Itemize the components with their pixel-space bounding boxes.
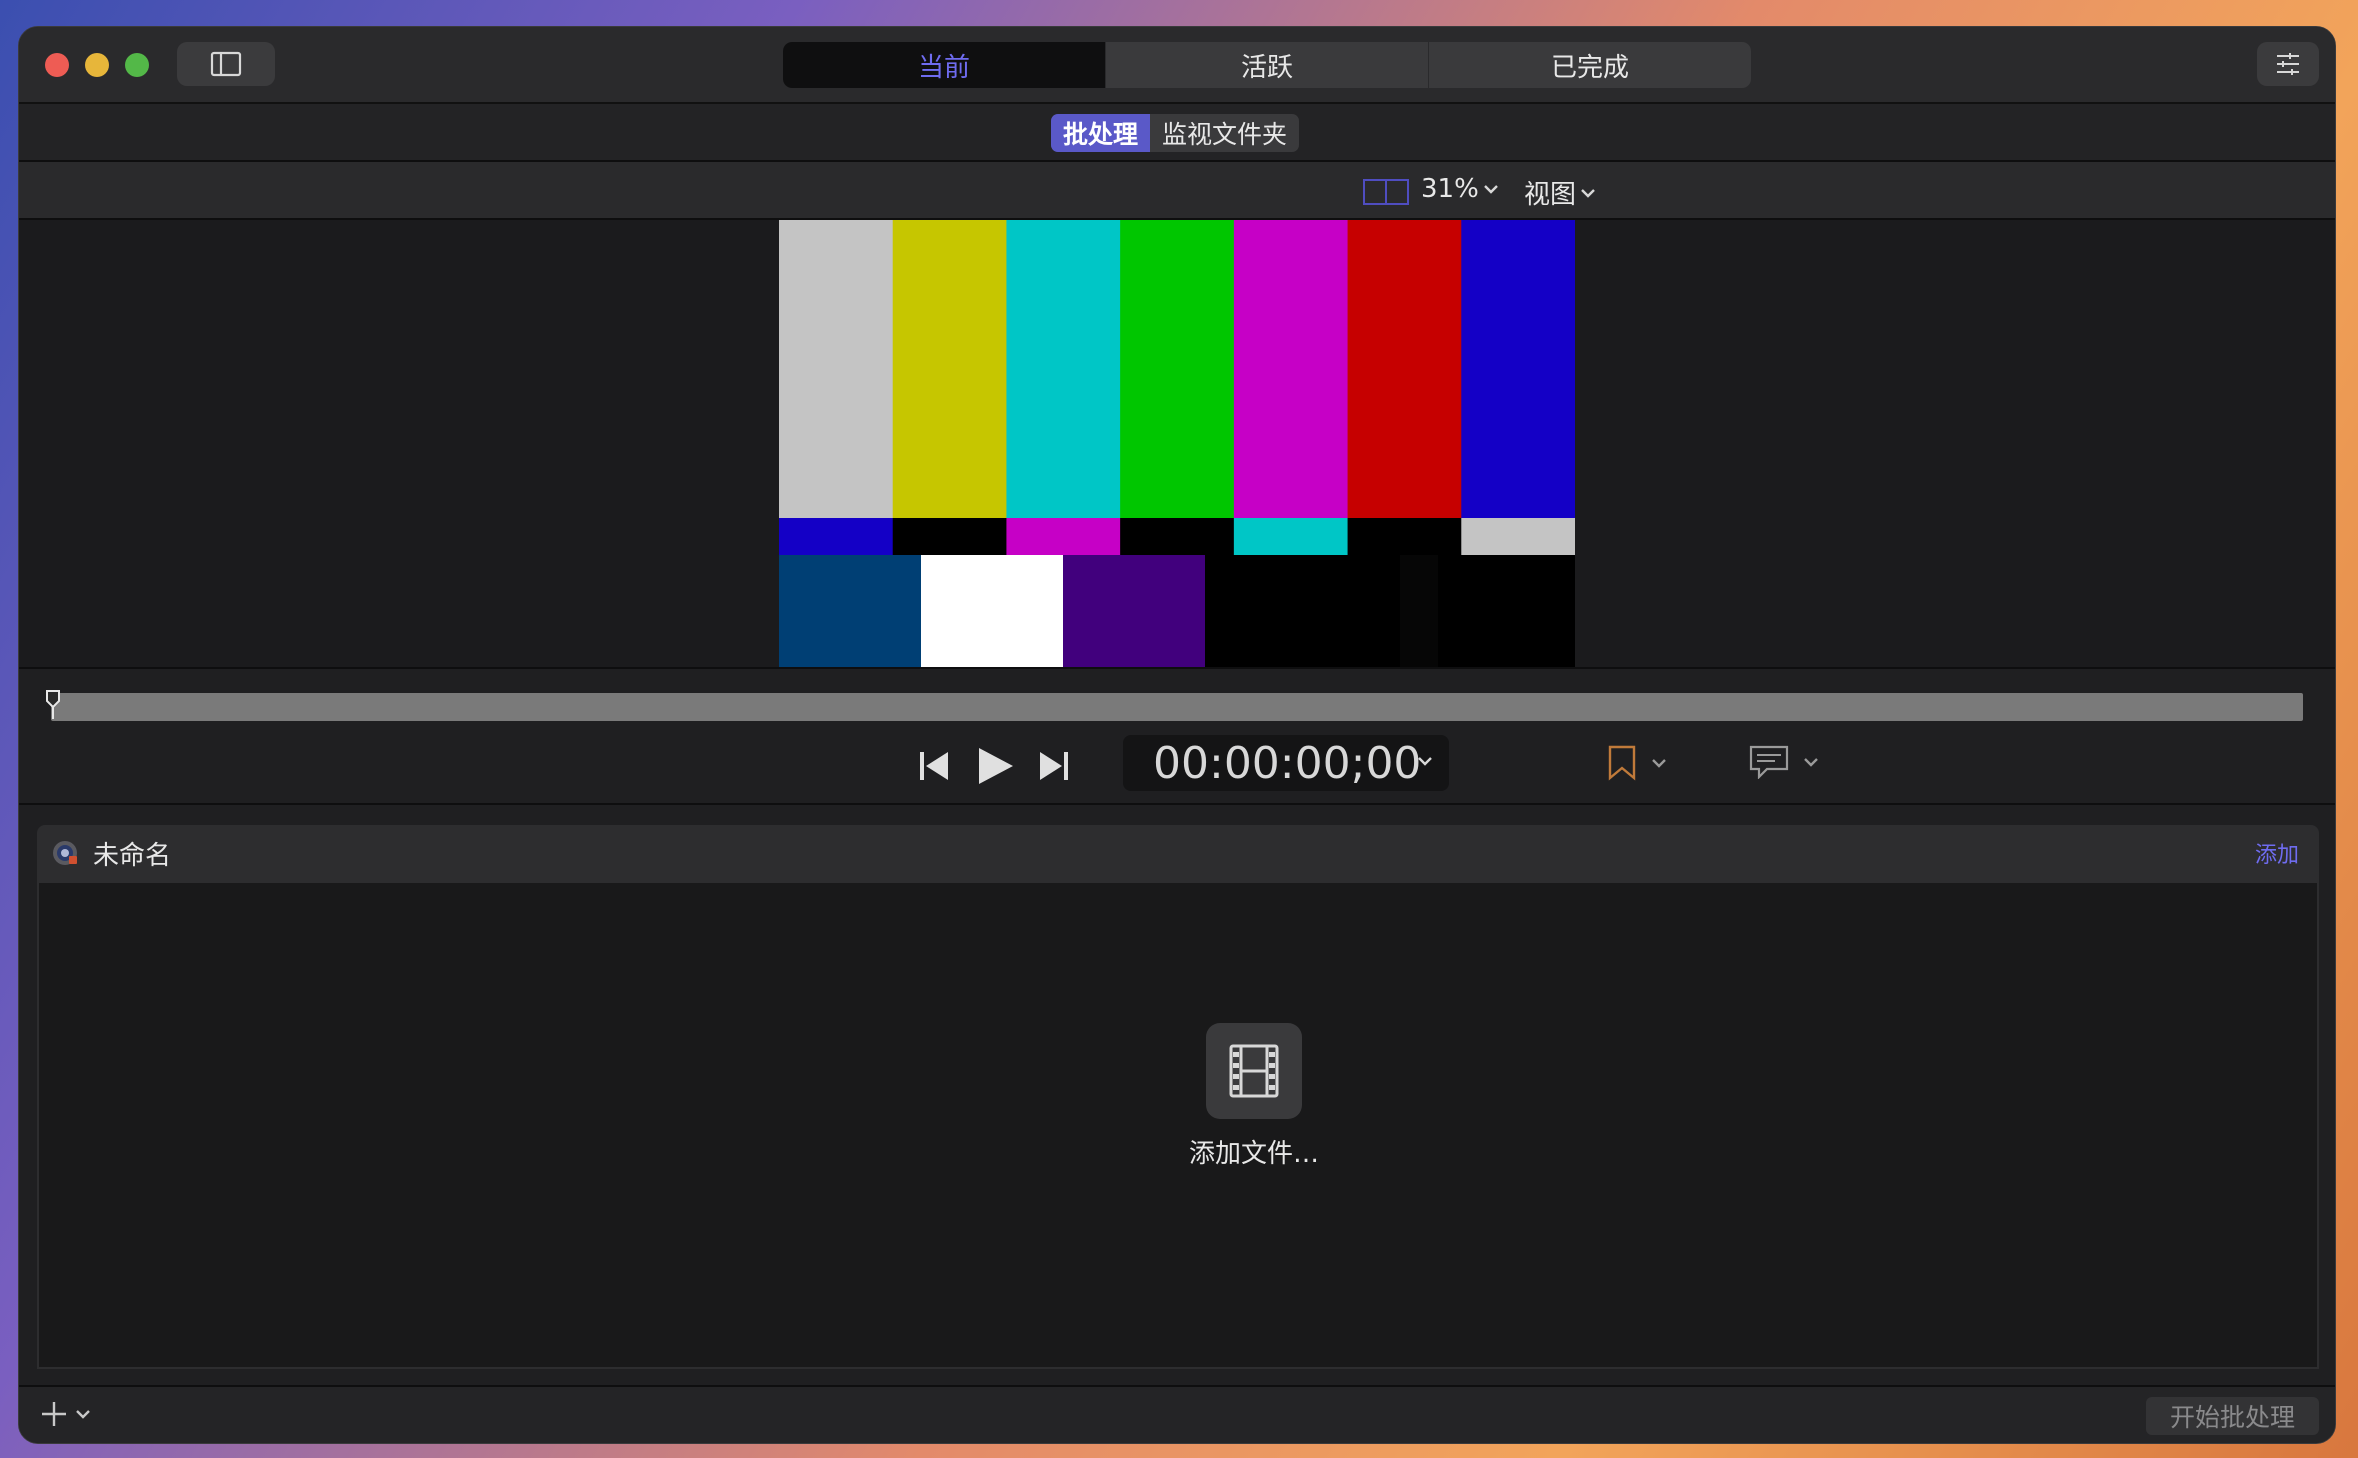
film-tile	[1206, 1023, 1302, 1119]
mode-watch-folders[interactable]: 监视文件夹	[1150, 114, 1299, 152]
playhead-handle[interactable]	[45, 689, 61, 719]
go-to-end-button[interactable]	[1037, 749, 1071, 783]
chevron-down-icon	[76, 1410, 90, 1419]
mode-batch[interactable]: 批处理	[1051, 114, 1151, 152]
chevron-down-icon	[1418, 757, 1432, 766]
zoom-value: 31%	[1421, 174, 1479, 204]
zoom-window-button[interactable]	[125, 53, 149, 77]
tab-active[interactable]: 活跃	[1105, 42, 1428, 88]
timeline-scrubber[interactable]	[51, 693, 2303, 721]
color-bar-bottom	[1063, 555, 1206, 667]
batch-header: 未命名 添加	[37, 825, 2319, 881]
start-batch-button[interactable]: 开始批处理	[2145, 1397, 2319, 1435]
chevron-down-icon	[1581, 188, 1595, 198]
film-icon	[1229, 1044, 1279, 1098]
color-bar-bottom	[1438, 555, 1575, 667]
settings-button[interactable]	[2257, 42, 2319, 86]
titlebar: 当前 活跃 已完成	[19, 27, 2335, 104]
color-bar-top	[1233, 220, 1349, 518]
color-bars-preview	[779, 220, 1575, 667]
bottom-bar: 开始批处理	[19, 1385, 2335, 1443]
main-tabs: 当前 活跃 已完成	[783, 42, 1751, 88]
color-bar-middle	[1347, 518, 1462, 555]
compressor-window: 当前 活跃 已完成 批处理 监视文件夹 31% 视图 00:00:00;00 未…	[18, 26, 2336, 1444]
marker-menu-button[interactable]	[1607, 745, 1667, 781]
color-bar-middle	[1120, 518, 1235, 555]
chevron-down-icon	[1483, 185, 1498, 194]
timecode-value: 00:00:00;00	[1153, 737, 1422, 789]
color-bar-middle	[892, 518, 1007, 555]
bookmark-icon	[1608, 745, 1636, 781]
sidebar-icon	[210, 51, 242, 77]
color-bar-bottom	[921, 555, 1064, 667]
video-viewer	[19, 220, 2335, 669]
color-bar-top	[1006, 220, 1121, 518]
color-bar-top	[892, 220, 1007, 518]
viewer-toolbar: 31% 视图	[19, 162, 2335, 220]
caption-bubble-icon	[1749, 745, 1789, 779]
compressor-app-icon	[53, 841, 77, 865]
add-files-button[interactable]: 添加文件…	[1114, 1023, 1394, 1170]
color-bar-bottom	[1400, 555, 1439, 667]
color-bar-bottom	[1335, 555, 1401, 667]
add-batch-menu-button[interactable]	[39, 1399, 91, 1429]
color-bar-top	[1120, 220, 1235, 518]
batch-title: 未命名	[93, 840, 172, 871]
add-files-label: 添加文件…	[1188, 1139, 1319, 1169]
add-button[interactable]: 添加	[2255, 837, 2299, 869]
batch-panel: 未命名 添加 添加文件…	[19, 805, 2335, 1409]
color-bar-middle	[1461, 518, 1575, 555]
minimize-window-button[interactable]	[85, 53, 109, 77]
color-bar-top	[779, 220, 894, 518]
zoom-menu[interactable]: 31%	[1421, 174, 1499, 204]
chevron-down-icon	[1804, 758, 1818, 767]
compare-view-icon[interactable]	[1363, 178, 1409, 206]
transport-area: 00:00:00;00	[19, 669, 2335, 805]
color-bar-bottom	[1205, 555, 1271, 667]
mode-bar: 批处理 监视文件夹	[19, 104, 2335, 162]
mode-segmented-control: 批处理 监视文件夹	[1051, 114, 1300, 152]
play-button[interactable]	[975, 745, 1015, 787]
color-bar-top	[1461, 220, 1575, 518]
timecode-display[interactable]: 00:00:00;00	[1123, 735, 1449, 791]
color-bar-bottom	[779, 555, 922, 667]
batch-drop-area[interactable]: 添加文件…	[37, 881, 2319, 1369]
chevron-down-icon	[1652, 759, 1666, 768]
sliders-icon	[2277, 53, 2299, 75]
color-bar-top	[1347, 220, 1462, 518]
tab-current[interactable]: 当前	[783, 42, 1105, 88]
color-bar-middle	[1006, 518, 1121, 555]
color-bar-bottom	[1270, 555, 1336, 667]
color-bar-middle	[779, 518, 894, 555]
close-window-button[interactable]	[45, 53, 69, 77]
plus-icon	[42, 1402, 66, 1426]
go-to-start-button[interactable]	[917, 749, 951, 783]
view-menu-label: 视图	[1524, 180, 1577, 210]
tab-completed[interactable]: 已完成	[1428, 42, 1751, 88]
sidebar-toggle-button[interactable]	[177, 42, 275, 86]
captions-menu-button[interactable]	[1749, 745, 1819, 779]
color-bar-middle	[1233, 518, 1349, 555]
view-menu[interactable]: 视图	[1524, 174, 1596, 211]
